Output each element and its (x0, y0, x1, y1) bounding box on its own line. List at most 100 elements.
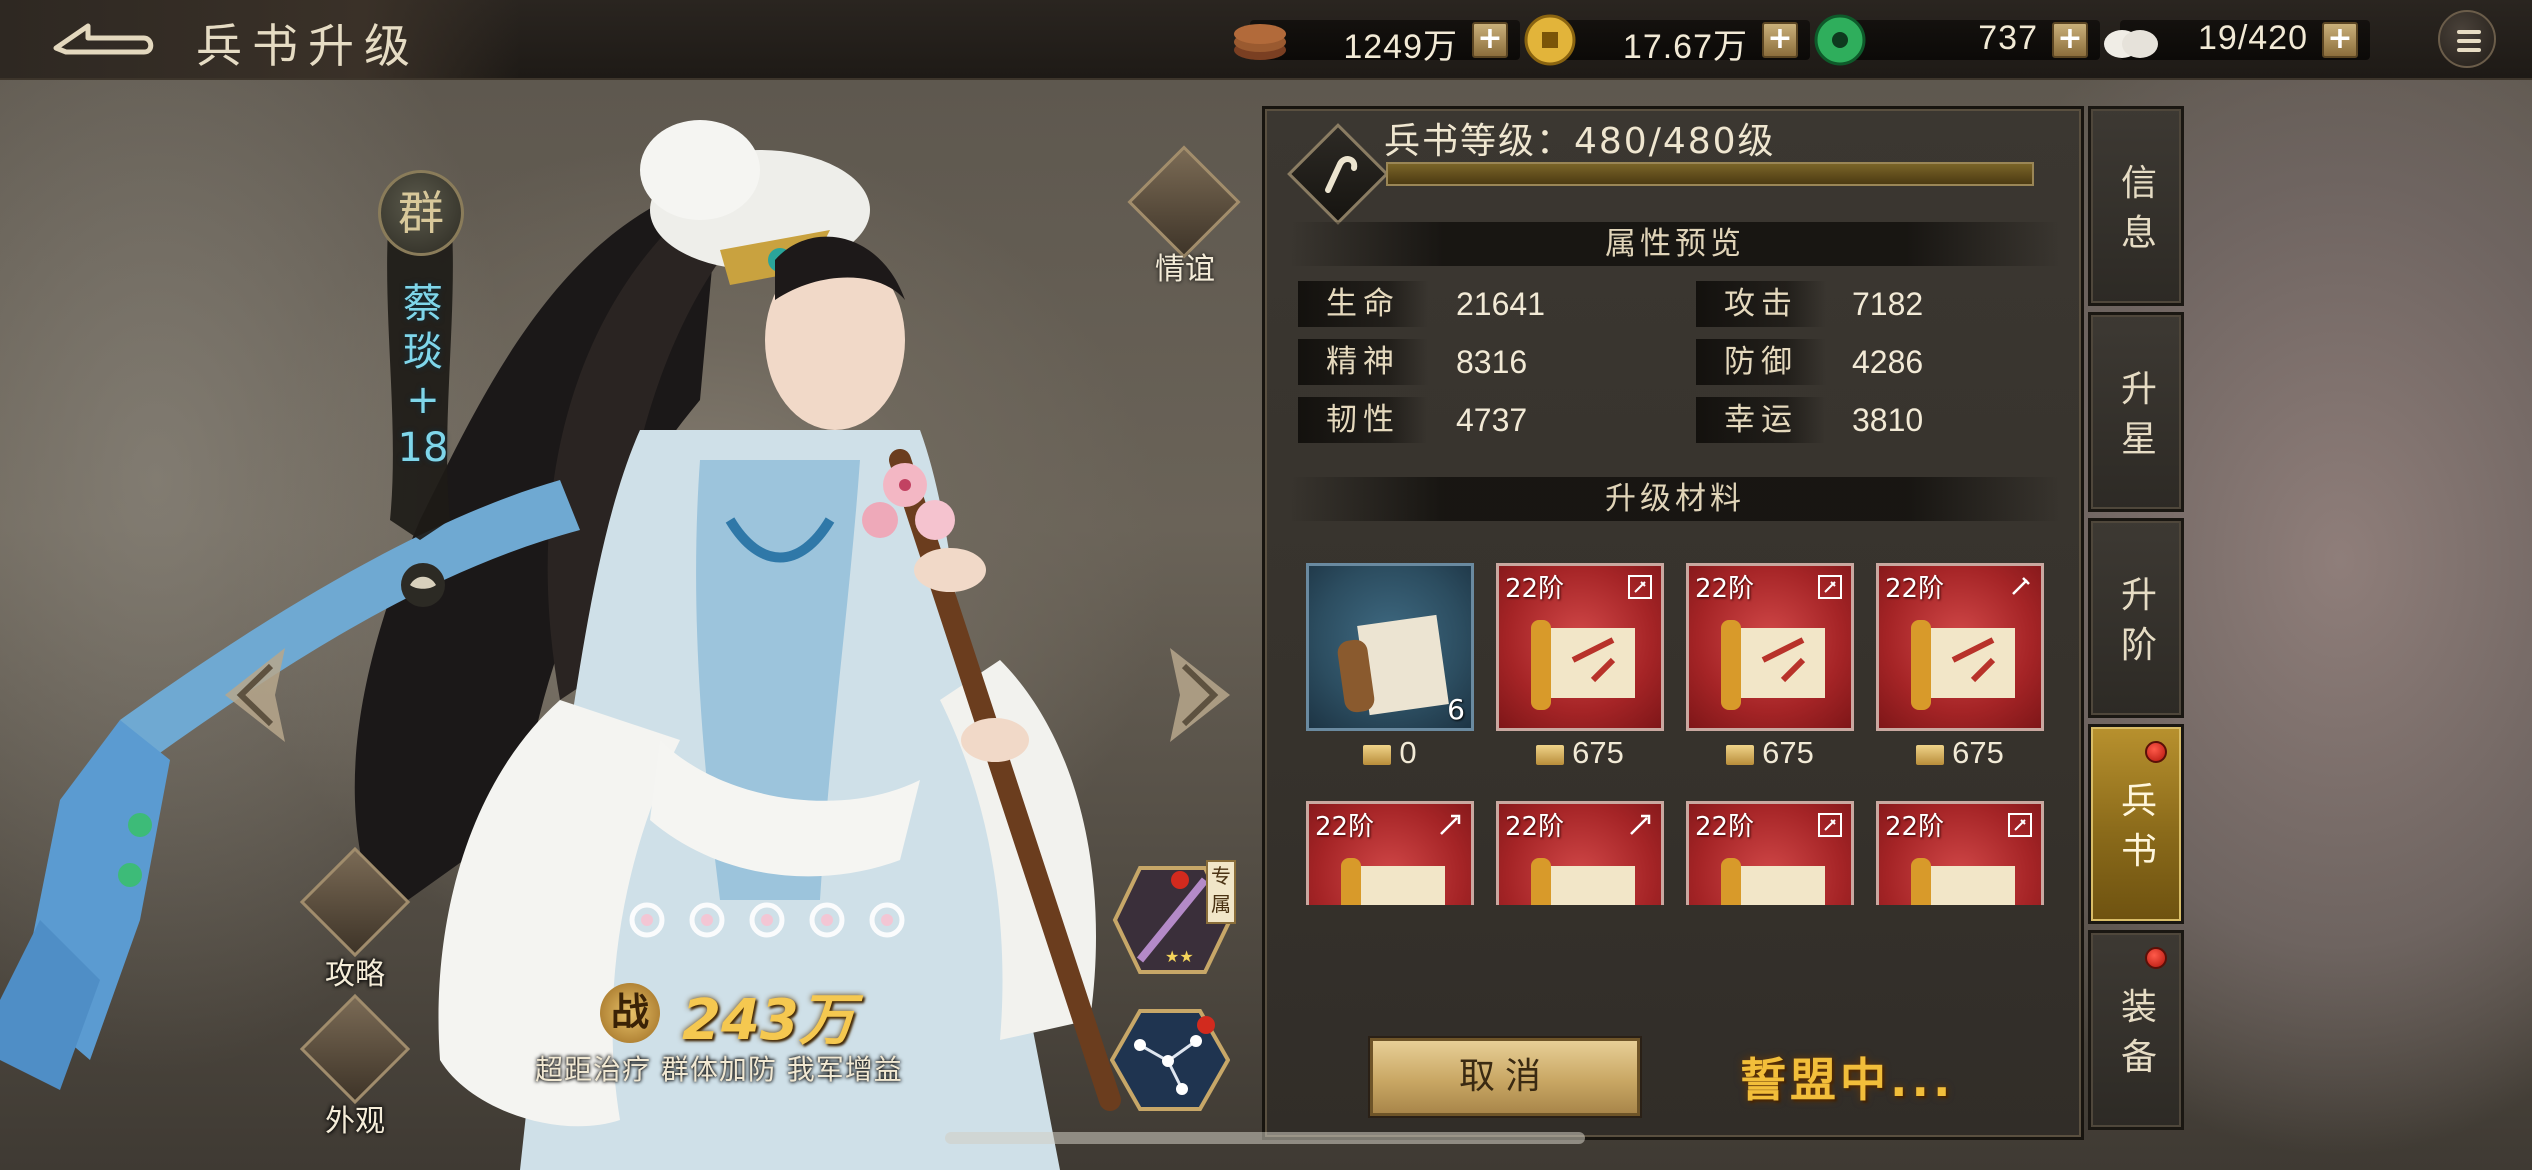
constellation-icon[interactable] (1110, 1005, 1230, 1115)
book-currency-icon (1726, 744, 1755, 765)
robe-icon (299, 993, 411, 1105)
hook-icon (1325, 156, 1358, 193)
tab-star-up-label: 升星 (2120, 369, 2157, 460)
add-copper-button[interactable]: + (1472, 22, 1508, 58)
book-currency-icon (1536, 744, 1565, 765)
material-cost: 675 (1870, 735, 2050, 771)
attr-label-hp: 生命 (1298, 281, 1428, 327)
add-gold-button[interactable]: + (1762, 22, 1798, 58)
attr-label-toughness: 韧性 (1298, 397, 1428, 443)
attr-value-spirit: 8316 (1456, 344, 1528, 380)
jade-icon (1814, 14, 1866, 66)
notification-dot (2145, 741, 2167, 763)
attr-label-spirit: 精神 (1298, 339, 1428, 385)
svg-text:★★: ★★ (1165, 947, 1194, 966)
exclusive-weapon-button[interactable]: ★★ 专属 (1110, 860, 1240, 980)
war-scroll-icon (1531, 858, 1635, 905)
attr-label-defense: 防御 (1696, 339, 1826, 385)
book-level-progress-fill (1388, 164, 2032, 184)
book-currency-icon (1363, 744, 1392, 765)
attr-value-luck: 3810 (1852, 402, 1924, 438)
material-slot[interactable]: 22阶 (1876, 801, 2044, 905)
hero-name-char: 蔡 (403, 281, 443, 327)
material-cost-value: 675 (1572, 735, 1624, 770)
material-slot[interactable]: 22阶 (1876, 563, 2044, 731)
attribute-preview-header: 属性预览 (1290, 222, 2060, 266)
material-cost: 675 (1490, 735, 1670, 771)
tab-info-label: 信息 (2120, 163, 2157, 254)
star-rings (629, 902, 905, 938)
add-jade-button[interactable]: + (2052, 22, 2088, 58)
strategy-label: 攻略 (325, 957, 385, 992)
materials-grid: 6 0 22阶 675 22阶 675 22阶 675 22阶 22阶 22阶 … (1290, 555, 2070, 905)
gold-value: 17.67万 (1622, 28, 1748, 66)
axe-icon (1818, 575, 1842, 599)
friendship-button[interactable]: 情谊 (1120, 145, 1250, 300)
halberd-icon (2012, 577, 2030, 595)
war-scroll-icon (1911, 858, 2015, 905)
material-slot[interactable]: 22阶 (1306, 801, 1474, 905)
hero-name-plus: + (406, 377, 440, 423)
prev-hero-arrow-icon[interactable] (215, 640, 295, 750)
material-cost: 0 (1300, 735, 1480, 771)
materials-header: 升级材料 (1290, 477, 2060, 521)
bun-stamina-icon (2104, 30, 2158, 58)
menu-list-icon[interactable] (2438, 10, 2496, 68)
faction-seal: 群 (378, 170, 464, 256)
cancel-button[interactable]: 取消 (1370, 1038, 1640, 1116)
material-cost-value: 675 (1762, 735, 1814, 770)
book-currency-icon (1916, 744, 1945, 765)
spear-icon (1630, 814, 1651, 835)
tab-equipment-label: 装备 (2120, 987, 2157, 1078)
emblem-icon (401, 563, 445, 607)
material-slot[interactable]: 22阶 (1686, 801, 1854, 905)
tab-war-book-label: 兵书 (2120, 781, 2157, 872)
appearance-label: 外观 (325, 1104, 385, 1139)
war-scroll-icon (1531, 620, 1635, 710)
back-arrow-icon[interactable] (48, 18, 158, 62)
material-slot[interactable]: 22阶 (1496, 801, 1664, 905)
spear-icon (1440, 814, 1461, 835)
resource-stamina: 19/420 + (2100, 14, 2370, 66)
appearance-button[interactable]: 外观 (299, 993, 411, 1139)
material-slot[interactable]: 22阶 (1686, 563, 1854, 731)
power-value: 243万 (682, 988, 855, 1053)
material-slot[interactable]: 6 (1306, 563, 1474, 731)
material-slot[interactable]: 22阶 (1496, 563, 1664, 731)
axe-icon (1628, 575, 1652, 599)
tab-war-book[interactable]: 兵书 (2088, 724, 2184, 924)
material-count: 6 (1447, 693, 1465, 726)
tab-equipment[interactable]: 装备 (2088, 930, 2184, 1130)
book-level-progress (1386, 162, 2034, 186)
war-scroll-icon (1721, 620, 1825, 710)
hero-name-char: 琰 (403, 329, 443, 375)
next-hero-arrow-icon[interactable] (1160, 640, 1240, 750)
tab-star-up[interactable]: 升星 (2088, 312, 2184, 512)
war-scroll-icon (1721, 858, 1825, 905)
copper-value: 1249万 (1343, 28, 1458, 66)
bamboo-scroll-icon (299, 846, 411, 958)
attr-label-attack: 攻击 (1696, 281, 1826, 327)
jade-value: 737 (1978, 19, 2038, 57)
war-scroll-icon (1341, 858, 1445, 905)
notification-dot (2145, 947, 2167, 969)
handshake-icon (1127, 145, 1241, 259)
copper-coins-icon (1234, 24, 1286, 60)
war-scroll-icon (1911, 620, 2015, 710)
home-indicator (945, 1132, 1585, 1144)
book-level-title: 兵书等级：480/480级 (1384, 121, 1776, 162)
material-cost-value: 0 (1399, 735, 1417, 770)
strategy-button[interactable]: 攻略 (299, 846, 411, 992)
material-cost-value: 675 (1952, 735, 2004, 770)
friendship-label: 情谊 (1155, 252, 1215, 287)
axe-icon (1818, 813, 1842, 837)
hero-name: 蔡 琰 + 18 (395, 280, 451, 472)
skill-tags: 超距治疗 群体加防 我军增益 (535, 1053, 903, 1086)
hero-name-level: 18 (397, 425, 449, 471)
exclusive-label: 专属 (1206, 860, 1236, 924)
attr-value-toughness: 4737 (1456, 402, 1528, 438)
add-stamina-button[interactable]: + (2322, 22, 2358, 58)
tab-info[interactable]: 信息 (2088, 106, 2184, 306)
tab-rank-up[interactable]: 升阶 (2088, 518, 2184, 718)
axe-icon (2008, 813, 2032, 837)
